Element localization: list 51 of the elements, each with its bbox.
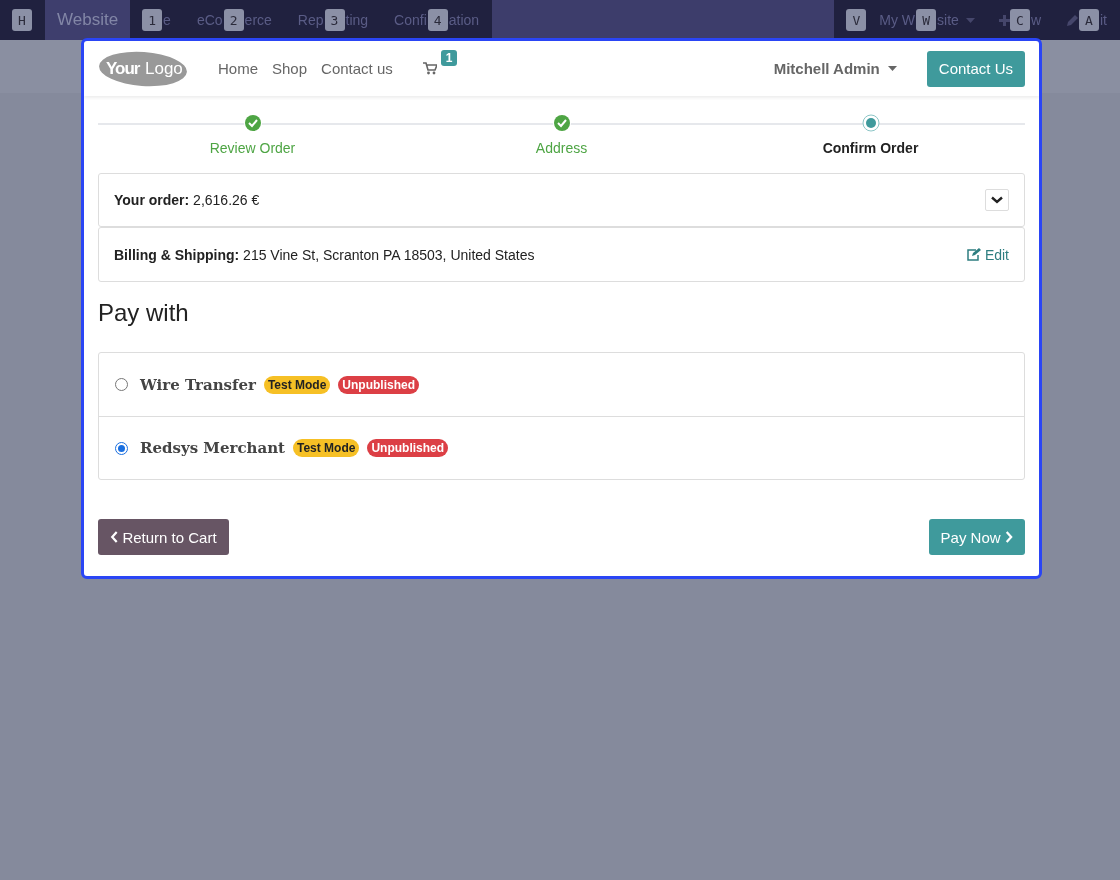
- billing-address: Billing & Shipping: 215 Vine St, Scranton PA 18503, United States: [114, 246, 535, 263]
- step-label: Review Order: [209, 140, 296, 156]
- key-hint: A: [1079, 9, 1099, 31]
- menu-text[interactable]: My W: [878, 12, 917, 28]
- key-hint: V: [846, 9, 867, 31]
- key-hint: 4: [427, 9, 448, 31]
- menu-text[interactable]: it: [1099, 12, 1108, 28]
- edit-link[interactable]: Edit: [966, 246, 1009, 263]
- key-hint: W: [916, 9, 937, 31]
- key-hint: C: [1009, 9, 1030, 31]
- menu-text[interactable]: erce: [243, 12, 273, 28]
- key-hint: 2: [223, 9, 244, 31]
- key-hint: 1: [142, 9, 163, 31]
- key-hint: H: [12, 9, 32, 31]
- app-name[interactable]: Website: [45, 0, 131, 40]
- plus-icon: [998, 14, 1010, 26]
- status-badge: Test Mode: [263, 375, 331, 394]
- section-title: Pay with: [98, 299, 190, 327]
- caret-icon: [887, 66, 897, 71]
- step-label: Confirm Order: [822, 140, 919, 156]
- method-name: Redsys Merchant: [140, 439, 285, 457]
- logo[interactable]: Your Logo: [98, 49, 188, 88]
- contact-button[interactable]: Contact Us: [926, 50, 1025, 87]
- status-badge: Unpublished: [367, 439, 449, 457]
- nav-link[interactable]: Contact us: [321, 60, 393, 77]
- menu-text[interactable]: ation: [447, 12, 481, 28]
- method-name: Wire Transfer: [140, 375, 256, 394]
- menu-text[interactable]: e: [162, 12, 172, 28]
- menu-text[interactable]: Confi: [393, 12, 428, 28]
- step-label: Address: [535, 140, 588, 156]
- cart-count: 1: [440, 50, 458, 66]
- menu-text[interactable]: w: [1029, 12, 1042, 28]
- status-badge: Unpublished: [338, 375, 420, 394]
- cart-icon[interactable]: [422, 62, 437, 75]
- user-menu[interactable]: Mitchell Admin: [773, 60, 897, 77]
- menu-text[interactable]: site: [936, 12, 960, 28]
- chevron-right-icon: [1004, 531, 1013, 543]
- status-badge: Test Mode: [292, 439, 360, 457]
- pay-button[interactable]: Pay Now: [928, 519, 1025, 555]
- order-total: Your order: 2,616.26 €: [114, 192, 260, 208]
- menu-text[interactable]: ting: [344, 12, 370, 28]
- menu-text[interactable]: eCo: [195, 12, 224, 28]
- key-hint: 3: [324, 9, 345, 31]
- expand-button[interactable]: [985, 189, 1009, 211]
- edit-icon: [966, 248, 981, 261]
- nav-link[interactable]: Shop: [272, 60, 308, 77]
- chevron-left-icon: [110, 531, 119, 543]
- return-button[interactable]: Return to Cart: [98, 519, 229, 555]
- menu-text[interactable]: Rep: [296, 12, 325, 28]
- nav-link[interactable]: Home: [218, 60, 258, 77]
- chevron-down-icon: [991, 196, 1003, 204]
